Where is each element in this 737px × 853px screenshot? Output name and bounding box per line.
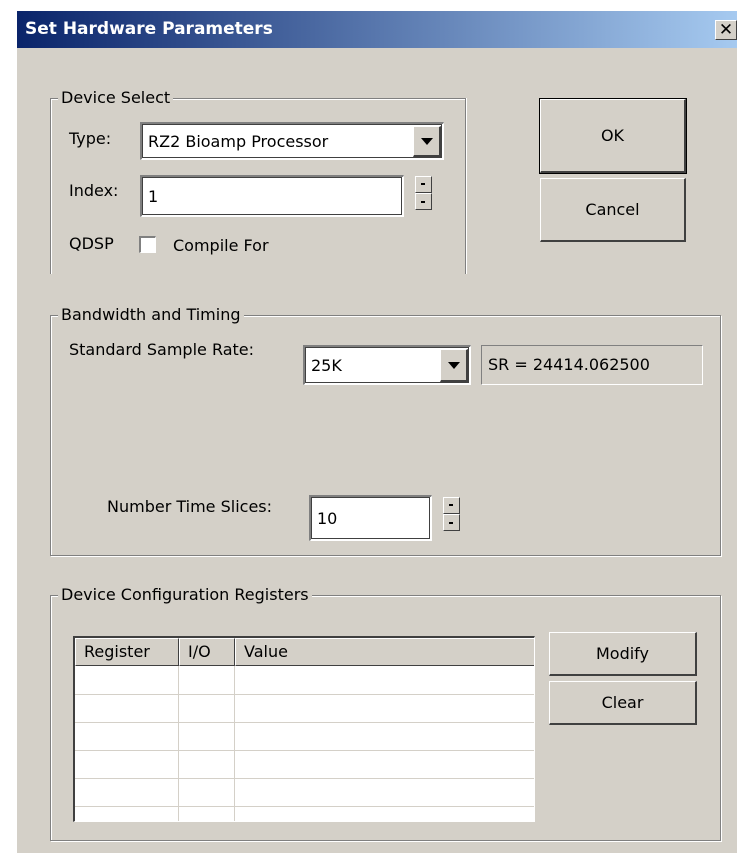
time-slices-field[interactable]: 10 — [309, 495, 432, 541]
table-row[interactable] — [75, 778, 534, 807]
device-select-legend: Device Select — [58, 88, 174, 108]
time-slices-spin-down-icon[interactable] — [443, 514, 460, 531]
type-dropdown-value: RZ2 Bioamp Processor — [148, 132, 329, 151]
device-config-registers-group: Device Configuration Registers Register … — [50, 585, 721, 841]
close-icon: ✕ — [718, 19, 734, 40]
cancel-button[interactable]: Cancel — [540, 178, 686, 242]
time-slices-spin-up-icon[interactable] — [443, 497, 460, 514]
sample-rate-label: Standard Sample Rate: — [69, 340, 255, 359]
table-row[interactable] — [75, 722, 534, 751]
modify-button-label: Modify — [595, 644, 649, 663]
index-field[interactable]: 1 — [140, 175, 404, 217]
ok-button-label: OK — [600, 126, 625, 145]
qdsp-label: QDSP — [69, 234, 114, 253]
table-row[interactable] — [75, 666, 534, 695]
registers-table[interactable]: Register I/O Value — [73, 636, 535, 822]
ok-button[interactable]: OK — [539, 98, 687, 174]
time-slices-label: Number Time Slices: — [107, 497, 273, 516]
column-divider — [234, 666, 235, 821]
column-divider — [178, 666, 179, 821]
bandwidth-timing-group: Bandwidth and Timing Standard Sample Rat… — [50, 305, 721, 556]
index-spin-up-icon[interactable] — [415, 176, 432, 193]
bandwidth-timing-legend: Bandwidth and Timing — [58, 305, 244, 325]
modify-button[interactable]: Modify — [549, 632, 697, 676]
clear-button[interactable]: Clear — [549, 681, 697, 725]
sample-rate-value: 25K — [311, 356, 342, 375]
dialog-title: Set Hardware Parameters — [25, 19, 273, 39]
type-label: Type: — [69, 129, 112, 148]
column-header-io[interactable]: I/O — [179, 638, 235, 666]
compile-for-checkbox[interactable] — [139, 236, 156, 253]
column-header-register[interactable]: Register — [75, 638, 179, 666]
sr-display: SR = 24414.062500 — [481, 345, 703, 385]
table-row[interactable] — [75, 806, 534, 821]
close-button[interactable]: ✕ — [715, 20, 737, 40]
index-value: 1 — [148, 187, 159, 206]
registers-table-header: Register I/O Value — [75, 638, 534, 666]
time-slices-value: 10 — [317, 509, 338, 528]
title-bar[interactable]: Set Hardware Parameters ✕ — [17, 11, 737, 48]
cancel-button-label: Cancel — [585, 200, 640, 219]
table-row[interactable] — [75, 750, 534, 779]
set-hardware-parameters-dialog: Set Hardware Parameters ✕ Device Select … — [16, 10, 737, 853]
chevron-down-icon[interactable] — [413, 126, 441, 157]
sample-rate-dropdown[interactable]: 25K — [303, 345, 471, 385]
column-header-value[interactable]: Value — [235, 638, 534, 666]
clear-button-label: Clear — [601, 693, 644, 712]
chevron-down-icon[interactable] — [440, 349, 468, 382]
index-label: Index: — [69, 181, 119, 200]
device-config-registers-legend: Device Configuration Registers — [58, 585, 312, 605]
compile-for-label: Compile For — [173, 236, 269, 255]
device-select-group: Device Select Type: RZ2 Bioamp Processor… — [50, 88, 466, 274]
type-dropdown[interactable]: RZ2 Bioamp Processor — [140, 122, 444, 160]
sr-display-text: SR = 24414.062500 — [488, 355, 650, 374]
index-spin-down-icon[interactable] — [415, 193, 432, 210]
table-row[interactable] — [75, 694, 534, 723]
